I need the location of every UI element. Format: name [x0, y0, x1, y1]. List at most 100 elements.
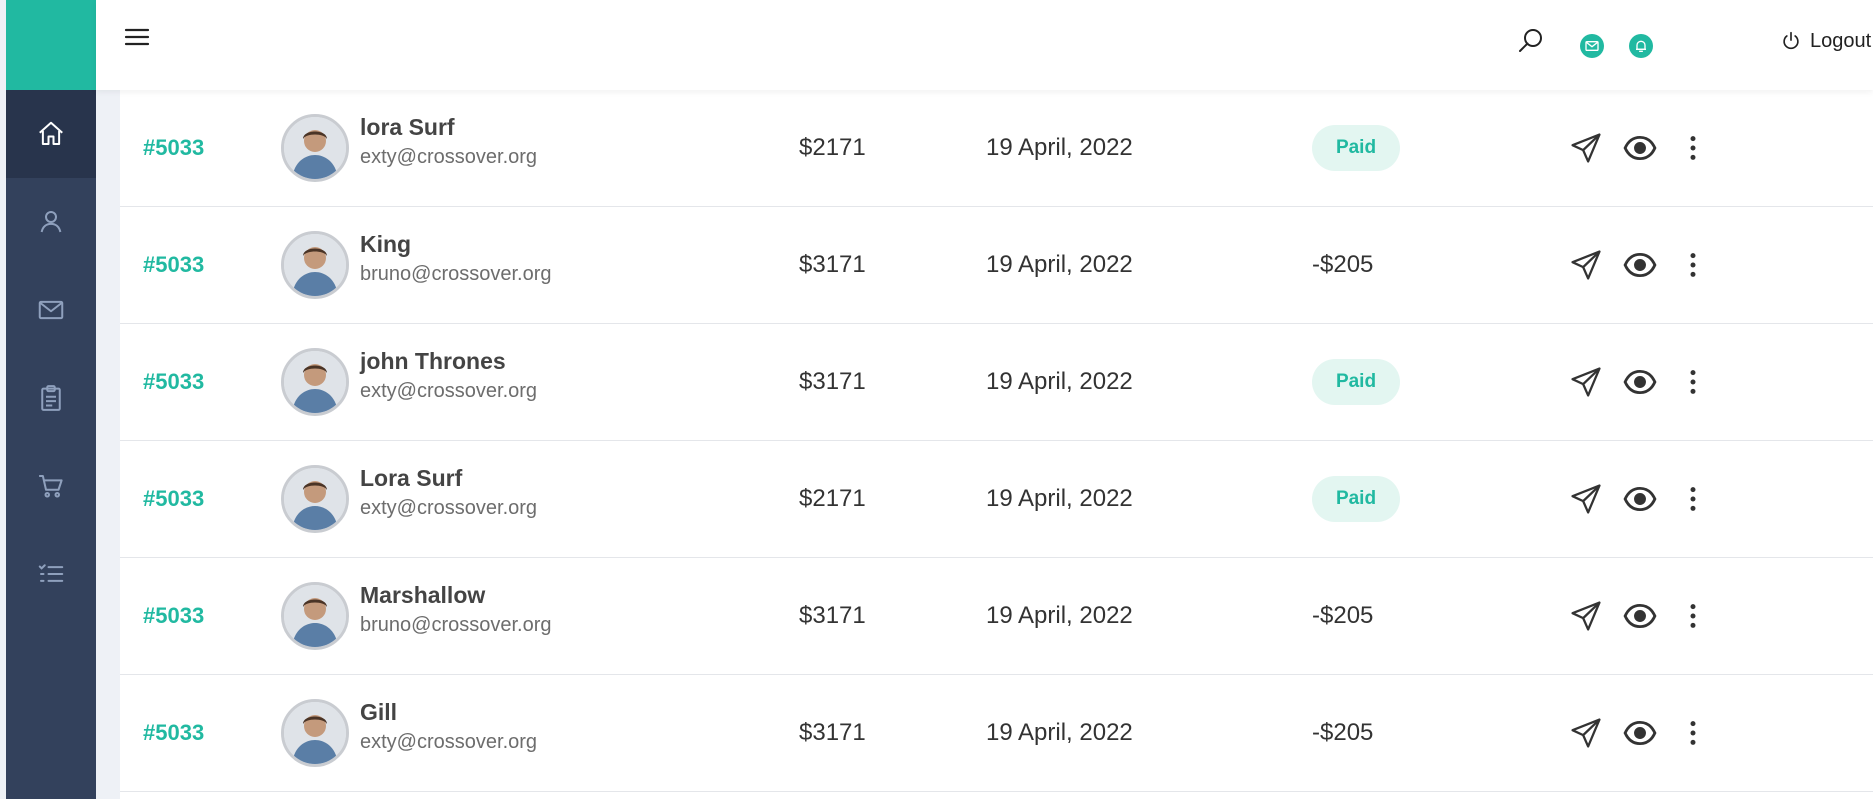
customer-name: lora Surf — [360, 114, 455, 140]
checklist-icon — [38, 564, 64, 582]
avatar-image — [284, 117, 346, 179]
mail-icon — [38, 300, 64, 320]
invoice-date: 19 April, 2022 — [986, 134, 1133, 161]
invoice-id-link[interactable]: #5033 — [143, 558, 204, 674]
invoice-status: Paid — [1312, 476, 1400, 522]
cart-icon — [39, 475, 63, 498]
sidebar-item-tasks[interactable] — [6, 530, 96, 618]
table-row: #5033 john Thrones exty@crossover.org $3… — [120, 324, 1873, 441]
sidebar-item-home[interactable] — [6, 90, 96, 178]
avatar-image — [284, 234, 346, 296]
send-invoice-button[interactable] — [1566, 713, 1606, 753]
bell-icon — [1636, 40, 1646, 52]
invoice-status: -$205 — [1312, 251, 1374, 278]
avatar — [281, 231, 349, 299]
view-invoice-button[interactable] — [1620, 245, 1660, 285]
customer-name: King — [360, 231, 412, 257]
clipboard-icon — [41, 385, 61, 411]
kebab-menu-icon — [1690, 721, 1696, 745]
sidebar-item-mail[interactable] — [6, 266, 96, 354]
eye-icon — [1623, 369, 1657, 395]
customer-email: bruno@crossover.org — [360, 263, 552, 285]
customer-name: Lora Surf — [360, 465, 463, 491]
avatar — [281, 699, 349, 767]
paper-plane-icon — [1571, 133, 1601, 163]
invoice-status: Paid — [1312, 125, 1400, 171]
eye-icon — [1623, 135, 1657, 161]
top-bar: Logout — [96, 0, 1873, 90]
invoice-amount: $3171 — [799, 602, 866, 629]
invoice-amount: $3171 — [799, 251, 866, 278]
customer-email: exty@crossover.org — [360, 731, 538, 753]
avatar-image — [284, 468, 346, 530]
customer-email: exty@crossover.org — [360, 380, 538, 402]
home-icon — [39, 121, 63, 145]
more-options-button[interactable] — [1673, 245, 1713, 285]
paper-plane-icon — [1571, 250, 1601, 280]
invoice-status: -$205 — [1312, 602, 1374, 629]
invoice-id-link[interactable]: #5033 — [143, 90, 204, 206]
hamburger-menu-button[interactable] — [122, 22, 152, 52]
messages-button[interactable] — [1580, 34, 1604, 58]
invoice-rows: #5033 lora Surf exty@crossover.org $2171… — [120, 90, 1873, 792]
invoice-id-link[interactable]: #5033 — [143, 207, 204, 323]
view-invoice-button[interactable] — [1620, 362, 1660, 402]
search-button[interactable] — [1516, 26, 1546, 56]
customer-name: Gill — [360, 699, 398, 725]
paper-plane-icon — [1571, 601, 1601, 631]
invoice-date: 19 April, 2022 — [986, 251, 1133, 278]
avatar — [281, 114, 349, 182]
more-options-button[interactable] — [1673, 596, 1713, 636]
user-icon — [40, 211, 62, 233]
logout-button[interactable]: Logout — [1780, 28, 1871, 54]
invoice-status: -$205 — [1312, 719, 1374, 746]
notifications-button[interactable] — [1629, 34, 1653, 58]
view-invoice-button[interactable] — [1620, 713, 1660, 753]
sidebar-item-clipboard[interactable] — [6, 354, 96, 442]
sidebar-item-cart[interactable] — [6, 442, 96, 530]
paper-plane-icon — [1571, 718, 1601, 748]
invoice-date: 19 April, 2022 — [986, 485, 1133, 512]
power-icon — [1783, 31, 1799, 50]
invoice-amount: $3171 — [799, 719, 866, 746]
view-invoice-button[interactable] — [1620, 596, 1660, 636]
table-row: #5033 King bruno@crossover.org $3171 19 … — [120, 207, 1873, 324]
table-row: #5033 Marshallow bruno@crossover.org $31… — [120, 558, 1873, 675]
invoice-amount: $2171 — [799, 134, 866, 161]
customer-email: bruno@crossover.org — [360, 614, 552, 636]
brand-logo — [6, 0, 96, 90]
customer-email: exty@crossover.org — [360, 146, 538, 168]
sidebar-item-users[interactable] — [6, 178, 96, 266]
send-invoice-button[interactable] — [1566, 362, 1606, 402]
send-invoice-button[interactable] — [1566, 128, 1606, 168]
table-row: #5033 Lora Surf exty@crossover.org $2171… — [120, 441, 1873, 558]
avatar — [281, 582, 349, 650]
search-icon — [1519, 29, 1542, 52]
invoice-date: 19 April, 2022 — [986, 368, 1133, 395]
avatar-image — [284, 351, 346, 413]
table-row: #5033 Gill exty@crossover.org $3171 19 A… — [120, 675, 1873, 792]
more-options-button[interactable] — [1673, 479, 1713, 519]
kebab-menu-icon — [1690, 604, 1696, 628]
invoice-amount: $2171 — [799, 485, 866, 512]
more-options-button[interactable] — [1673, 128, 1713, 168]
kebab-menu-icon — [1690, 487, 1696, 511]
send-invoice-button[interactable] — [1566, 479, 1606, 519]
invoice-id-link[interactable]: #5033 — [143, 441, 204, 557]
invoice-id-link[interactable]: #5033 — [143, 324, 204, 440]
paper-plane-icon — [1571, 484, 1601, 514]
customer-email: exty@crossover.org — [360, 497, 538, 519]
send-invoice-button[interactable] — [1566, 245, 1606, 285]
table-row: #5033 lora Surf exty@crossover.org $2171… — [120, 90, 1873, 207]
more-options-button[interactable] — [1673, 362, 1713, 402]
view-invoice-button[interactable] — [1620, 479, 1660, 519]
send-invoice-button[interactable] — [1566, 596, 1606, 636]
eye-icon — [1623, 720, 1657, 746]
eye-icon — [1623, 486, 1657, 512]
hamburger-icon — [124, 28, 150, 46]
more-options-button[interactable] — [1673, 713, 1713, 753]
avatar — [281, 465, 349, 533]
view-invoice-button[interactable] — [1620, 128, 1660, 168]
invoice-id-link[interactable]: #5033 — [143, 675, 204, 791]
eye-icon — [1623, 252, 1657, 278]
